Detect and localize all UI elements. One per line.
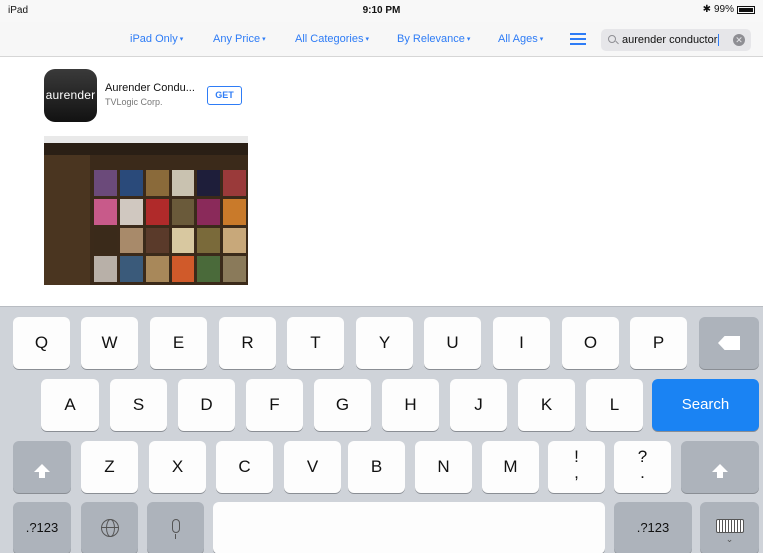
shift-icon: [34, 464, 50, 478]
app-screenshot[interactable]: [44, 136, 248, 285]
exclam-comma-label: !,: [574, 441, 579, 481]
key-o[interactable]: O: [562, 317, 619, 369]
key-n[interactable]: N: [415, 441, 472, 493]
key-y[interactable]: Y: [356, 317, 413, 369]
app-icon[interactable]: aurender: [44, 69, 97, 122]
search-field[interactable]: aurender conductor ✕: [601, 29, 751, 51]
filter-ages-label: All Ages: [498, 33, 538, 45]
key-m[interactable]: M: [482, 441, 539, 493]
key-a[interactable]: A: [41, 379, 99, 431]
screenshot-album-grid: [94, 170, 246, 282]
key-s[interactable]: S: [110, 379, 167, 431]
key-d[interactable]: D: [178, 379, 235, 431]
key-w[interactable]: W: [81, 317, 138, 369]
backspace-key[interactable]: [699, 317, 759, 369]
exclam-bottom: ,: [574, 463, 579, 482]
chevron-down-icon: ▾: [179, 36, 184, 43]
battery-percent: 99%: [713, 4, 734, 15]
key-b[interactable]: B: [348, 441, 405, 493]
hide-keyboard-key[interactable]: ⌄: [700, 502, 759, 553]
key-j[interactable]: J: [450, 379, 507, 431]
filter-device-label: iPad Only: [130, 33, 178, 45]
question-period-label: ?.: [638, 441, 647, 481]
app-developer: TVLogic Corp.: [105, 97, 163, 107]
filter-categories[interactable]: All Categories ▾: [295, 33, 369, 45]
numbers-key-right[interactable]: .?123: [614, 502, 692, 553]
question-bottom: .: [640, 463, 645, 482]
filter-device[interactable]: iPad Only ▾: [130, 33, 183, 45]
key-l[interactable]: L: [586, 379, 643, 431]
battery-icon: [737, 5, 755, 14]
search-key[interactable]: Search: [652, 379, 759, 431]
filter-price-label: Any Price: [213, 33, 261, 45]
key-r[interactable]: R: [219, 317, 276, 369]
filter-sort-label: By Relevance: [397, 33, 465, 45]
search-icon: [608, 35, 616, 43]
chevron-down-icon: ▾: [539, 36, 544, 43]
filter-sort[interactable]: By Relevance ▾: [397, 33, 470, 45]
clock: 9:10 PM: [362, 5, 401, 16]
shift-left-key[interactable]: [13, 441, 71, 493]
key-v[interactable]: V: [284, 441, 341, 493]
chevron-down-icon: ▾: [365, 36, 369, 43]
key-c[interactable]: C: [216, 441, 273, 493]
keyboard: Q W E R T Y U I O P A S D F G H J K L Se…: [0, 306, 763, 553]
filter-bar: iPad Only ▾ Any Price ▾ All Categories ▾ By…: [0, 22, 763, 57]
clear-search-icon[interactable]: ✕: [733, 34, 745, 46]
filter-ages[interactable]: All Ages ▾: [498, 33, 543, 45]
shift-right-key[interactable]: [681, 441, 759, 493]
numbers-key-left[interactable]: .?123: [13, 502, 71, 553]
shift-icon: [712, 464, 728, 478]
key-z[interactable]: Z: [81, 441, 138, 493]
key-p[interactable]: P: [630, 317, 687, 369]
filter-categories-label: All Categories: [295, 33, 364, 45]
globe-icon: [100, 519, 119, 537]
list-view-icon[interactable]: [570, 33, 586, 45]
screenshot-toolbar: [44, 143, 248, 155]
screenshot-sidebar: [44, 155, 90, 285]
key-question-period[interactable]: ?.: [614, 441, 671, 493]
chevron-down-icon: ⌄: [725, 534, 734, 544]
key-i[interactable]: I: [493, 317, 550, 369]
app-name[interactable]: Aurender Condu...: [105, 82, 195, 94]
key-x[interactable]: X: [149, 441, 206, 493]
key-u[interactable]: U: [424, 317, 481, 369]
get-button[interactable]: GET: [207, 86, 242, 105]
screenshot-status-bar: [44, 136, 248, 143]
key-t[interactable]: T: [287, 317, 344, 369]
key-k[interactable]: K: [518, 379, 575, 431]
key-h[interactable]: H: [382, 379, 439, 431]
dictation-key[interactable]: [147, 502, 204, 553]
backspace-icon: [718, 336, 740, 350]
search-input[interactable]: aurender conductor: [622, 34, 720, 46]
key-g[interactable]: G: [314, 379, 371, 431]
globe-key[interactable]: [81, 502, 138, 553]
key-e[interactable]: E: [150, 317, 207, 369]
keyboard-icon: [715, 519, 744, 533]
bluetooth-icon: ✱: [702, 4, 711, 15]
chevron-down-icon: ▾: [466, 36, 471, 43]
microphone-icon: [171, 519, 180, 539]
key-q[interactable]: Q: [13, 317, 70, 369]
space-key[interactable]: [213, 502, 605, 553]
chevron-down-icon: ▾: [262, 36, 266, 43]
key-f[interactable]: F: [246, 379, 303, 431]
status-right: ✱ 99%: [703, 4, 755, 15]
key-exclamation-comma[interactable]: !,: [548, 441, 605, 493]
filter-price[interactable]: Any Price ▾: [213, 33, 266, 45]
status-bar: iPad 9:10 PM ✱ 99%: [0, 0, 763, 22]
